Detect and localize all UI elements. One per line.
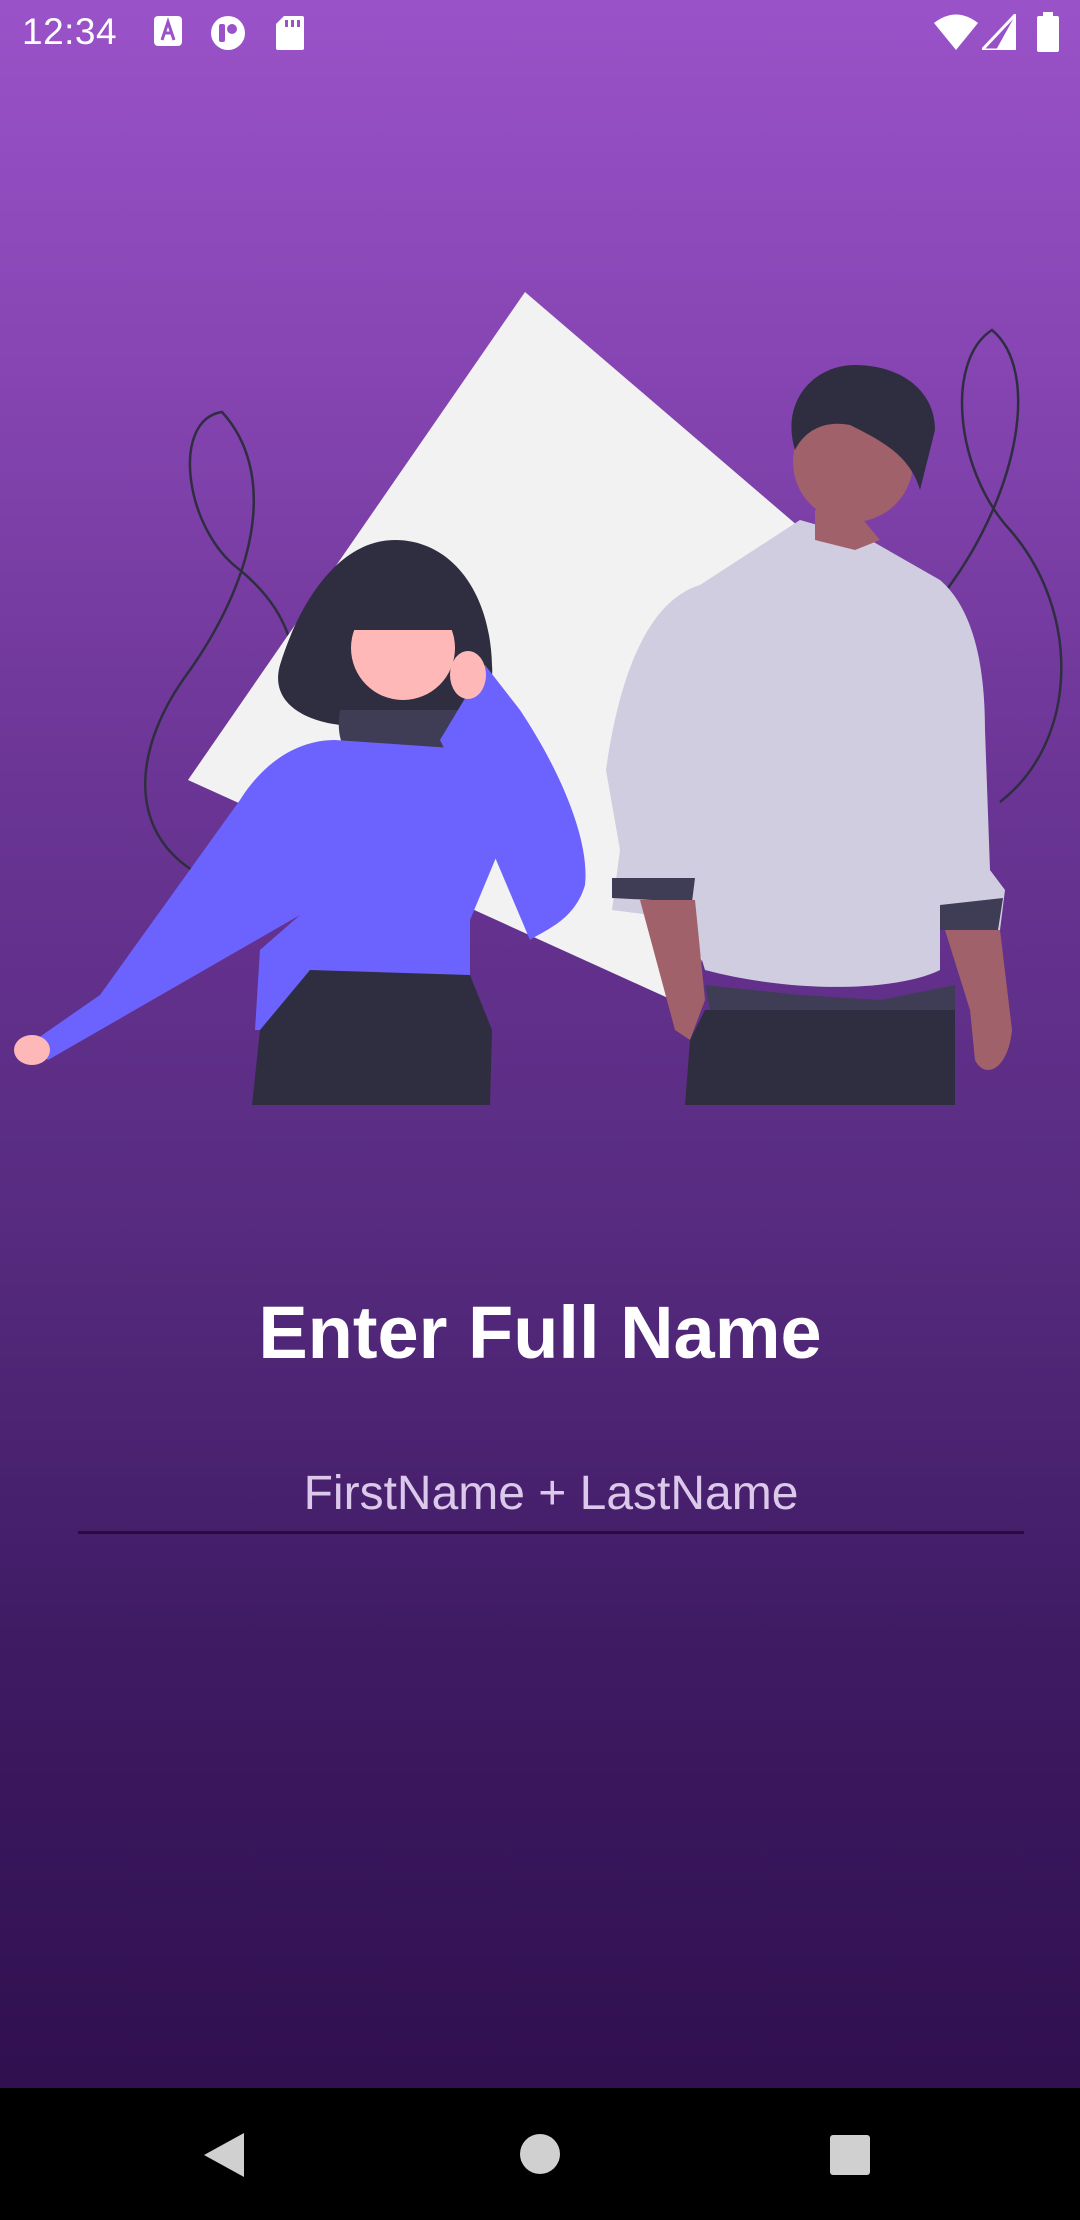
status-bar: 12:34 bbox=[0, 0, 1080, 66]
wifi-icon bbox=[934, 14, 978, 55]
recents-icon[interactable] bbox=[829, 2134, 871, 2181]
circle-app-icon bbox=[209, 16, 247, 55]
sd-card-icon bbox=[276, 16, 304, 55]
signal-icon bbox=[978, 10, 1018, 55]
navigation-bar bbox=[0, 2088, 1080, 2220]
home-icon[interactable] bbox=[519, 2133, 561, 2180]
status-time: 12:34 bbox=[22, 11, 118, 52]
full-name-input[interactable] bbox=[78, 1455, 1024, 1534]
back-icon[interactable] bbox=[202, 2131, 246, 2184]
a-icon bbox=[154, 16, 182, 51]
two-people-illustration bbox=[14, 292, 1063, 1105]
battery-icon bbox=[1037, 12, 1059, 57]
page-title: Enter Full Name bbox=[258, 1291, 822, 1374]
